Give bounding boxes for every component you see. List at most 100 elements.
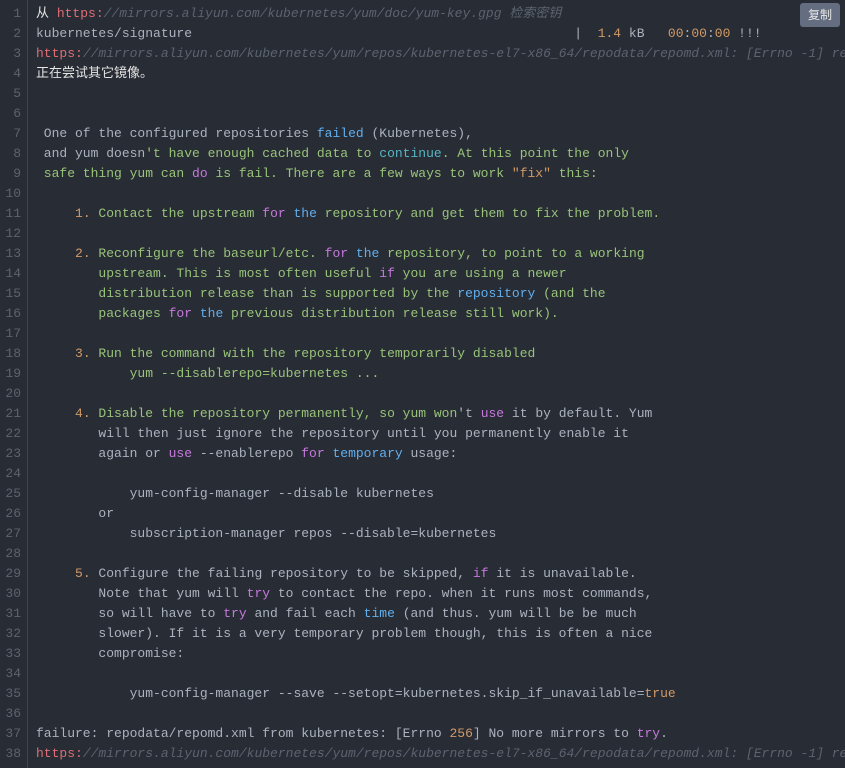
code-token: 2. <box>75 246 91 261</box>
code-token: Configure the failing repository to be s… <box>91 566 473 581</box>
code-token: . <box>660 726 668 741</box>
code-token: : <box>707 26 715 41</box>
code-token: compromise: <box>36 646 184 661</box>
line-number: 29 <box>0 564 21 584</box>
code-block: 1234567891011121314151617181920212223242… <box>0 0 845 768</box>
code-token: usage: <box>403 446 458 461</box>
code-line: or <box>36 504 845 524</box>
code-token: slower). If it is a very temporary probl… <box>36 626 652 641</box>
line-number: 9 <box>0 164 21 184</box>
code-line: failure: repodata/repomd.xml from kubern… <box>36 724 845 744</box>
code-line: 2. Reconfigure the baseurl/etc. for the … <box>36 244 845 264</box>
code-token: https: <box>36 46 83 61</box>
line-number: 8 <box>0 144 21 164</box>
code-token: use <box>481 406 504 421</box>
code-token: 5. <box>75 566 91 581</box>
code-line <box>36 544 845 564</box>
code-line: will then just ignore the repository unt… <box>36 424 845 444</box>
code-token <box>36 206 75 221</box>
code-content[interactable]: 从 https://mirrors.aliyun.com/kubernetes/… <box>28 0 845 768</box>
line-number: 33 <box>0 644 21 664</box>
line-number: 34 <box>0 664 21 684</box>
code-token: 正在尝试其它镜像。 <box>36 66 153 81</box>
code-line: 5. Configure the failing repository to b… <box>36 564 845 584</box>
code-token: kubernetes/signature | <box>36 26 598 41</box>
line-number-gutter: 1234567891011121314151617181920212223242… <box>0 0 28 768</box>
code-token: 00 <box>715 26 731 41</box>
code-token: the <box>293 206 316 221</box>
code-token: distribution release than is supported b… <box>36 286 457 301</box>
code-line: subscription-manager repos --disable=kub… <box>36 524 845 544</box>
code-token: if <box>379 266 395 281</box>
line-number: 22 <box>0 424 21 444</box>
line-number: 7 <box>0 124 21 144</box>
code-line <box>36 664 845 684</box>
line-number: 13 <box>0 244 21 264</box>
code-token: Reconfigure the baseurl/etc. <box>91 246 325 261</box>
code-token <box>36 246 75 261</box>
code-token <box>348 246 356 261</box>
code-token: !!! <box>730 26 761 41</box>
code-token: try <box>637 726 660 741</box>
code-token: repository and get them to fix the probl… <box>317 206 660 221</box>
code-line: packages for the previous distribution r… <box>36 304 845 324</box>
code-token: Run the command with the repository temp… <box>91 346 536 361</box>
code-token: and yum doesn <box>36 146 145 161</box>
code-token <box>36 346 75 361</box>
code-line: 3. Run the command with the repository t… <box>36 344 845 364</box>
line-number: 16 <box>0 304 21 324</box>
line-number: 18 <box>0 344 21 364</box>
line-number: 3 <box>0 44 21 64</box>
line-number: 32 <box>0 624 21 644</box>
code-token: to contact the repo. when it runs most c… <box>270 586 652 601</box>
code-token: it by default. Yum <box>504 406 652 421</box>
code-line: kubernetes/signature | 1.4 kB 00:00:00 !… <box>36 24 845 44</box>
code-line: and yum doesn't have enough cached data … <box>36 144 845 164</box>
code-line <box>36 324 845 344</box>
code-token: you are using a newer <box>395 266 567 281</box>
line-number: 37 <box>0 724 21 744</box>
code-token: (Kubernetes), <box>364 126 473 141</box>
code-line <box>36 224 845 244</box>
code-line: https://mirrors.aliyun.com/kubernetes/yu… <box>36 44 845 64</box>
line-number: 19 <box>0 364 21 384</box>
code-token: 't <box>457 406 480 421</box>
code-token: Disable the repository permanently, so y… <box>91 406 458 421</box>
code-token: . At this point the only <box>442 146 629 161</box>
code-token: //mirrors.aliyun.com/kubernetes/yum/repo… <box>83 46 845 61</box>
code-token: ] No more mirrors to <box>473 726 637 741</box>
code-token: 3. <box>75 346 91 361</box>
code-line <box>36 464 845 484</box>
code-token: (and thus. yum will be be much <box>395 606 637 621</box>
code-token <box>192 306 200 321</box>
code-token: 00 <box>691 26 707 41</box>
code-token: the <box>200 306 223 321</box>
code-token: for <box>262 206 285 221</box>
line-number: 14 <box>0 264 21 284</box>
code-token: so will have to <box>36 606 223 621</box>
line-number: 26 <box>0 504 21 524</box>
code-token: previous distribution release still work… <box>223 306 558 321</box>
code-token: https: <box>57 6 104 21</box>
code-token: safe thing yum can <box>36 166 192 181</box>
code-token: use <box>169 446 192 461</box>
code-token: continue <box>379 146 441 161</box>
code-token: true <box>645 686 676 701</box>
code-token: for <box>169 306 192 321</box>
line-number: 12 <box>0 224 21 244</box>
code-token: Note that yum will <box>36 586 247 601</box>
code-line: 正在尝试其它镜像。 <box>36 64 845 84</box>
line-number: 2 <box>0 24 21 44</box>
code-line: 4. Disable the repository permanently, s… <box>36 404 845 424</box>
line-number: 20 <box>0 384 21 404</box>
code-line: safe thing yum can do is fail. There are… <box>36 164 845 184</box>
code-line: slower). If it is a very temporary probl… <box>36 624 845 644</box>
code-token: 1. <box>75 206 91 221</box>
code-token: packages <box>36 306 169 321</box>
line-number: 23 <box>0 444 21 464</box>
code-line <box>36 704 845 724</box>
line-number: 11 <box>0 204 21 224</box>
code-token: or <box>36 506 114 521</box>
code-token: this: <box>551 166 598 181</box>
line-number: 5 <box>0 84 21 104</box>
